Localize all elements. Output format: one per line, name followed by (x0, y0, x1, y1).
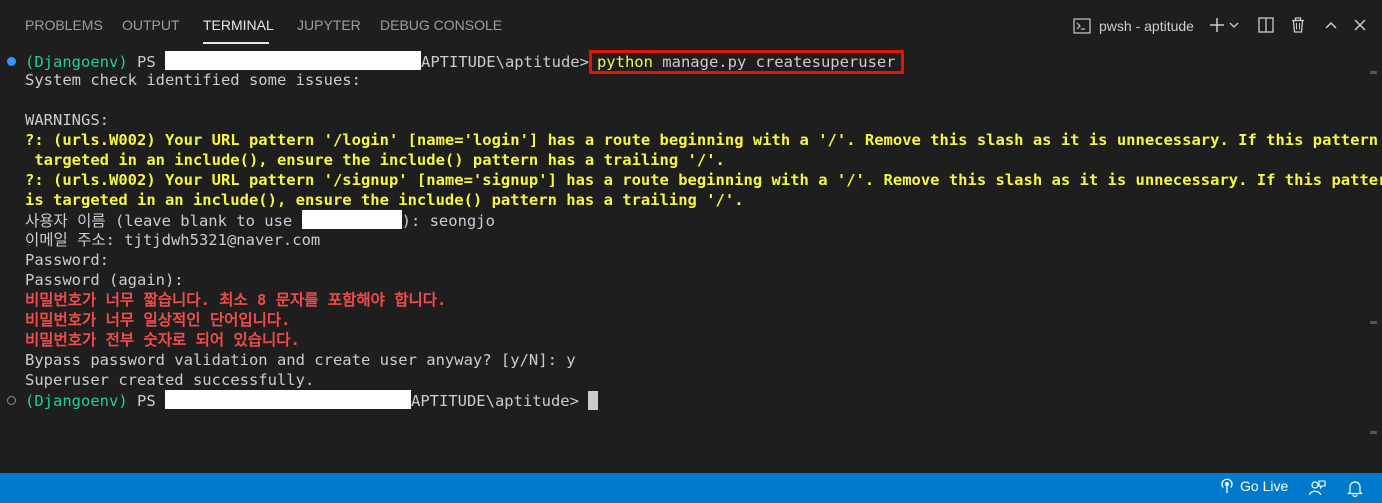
close-icon[interactable] (1350, 15, 1370, 35)
scrollbar-marker (1370, 431, 1377, 434)
output-line: System check identified some issues: (25, 71, 361, 89)
error-line: 비밀번호가 너무 짧습니다. 최소 8 문자를 포함해야 합니다. (25, 291, 447, 309)
terminal-scrollbar[interactable] (1370, 50, 1382, 473)
go-live-button[interactable]: Go Live (1219, 478, 1288, 494)
active-tab-indicator (203, 42, 269, 44)
password-line: Password: (25, 251, 109, 269)
prompt-line-2: (Djangoenv) PS APTITUDE\aptitude> (25, 390, 599, 410)
email-line: 이메일 주소: tjtjdwh5321@naver.com (25, 231, 321, 249)
panel-tabbar: PROBLEMS OUTPUT TERMINAL JUPYTER DEBUG C… (0, 0, 1382, 50)
tab-terminal[interactable]: TERMINAL (203, 17, 274, 33)
plus-icon[interactable] (1207, 15, 1227, 35)
bypass-line: Bypass password validation and create us… (25, 351, 576, 369)
terminal-name: pwsh - aptitude (1099, 18, 1194, 34)
terminal-output[interactable]: (Djangoenv) PS APTITUDE\aptitude> python … (0, 50, 1382, 473)
chevron-up-icon[interactable] (1321, 15, 1341, 35)
split-icon[interactable] (1256, 15, 1276, 35)
bell-icon[interactable] (1347, 479, 1363, 497)
warning-line: ?: (urls.W002) Your URL pattern '/login'… (25, 131, 1382, 149)
terminal-icon (1073, 18, 1091, 34)
output-line: WARNINGS: (25, 111, 109, 129)
redacted-path (164, 51, 421, 70)
scrollbar-marker (1370, 321, 1377, 324)
success-line: Superuser created successfully. (25, 371, 315, 389)
prompt-decoration (7, 396, 16, 405)
terminal-cursor (588, 391, 599, 410)
tab-output[interactable]: OUTPUT (122, 17, 180, 33)
username-line: 사용자 이름 (leave blank to use ): seongjo (25, 210, 495, 230)
prompt-env: (Djangoenv) (25, 53, 128, 71)
warning-line: ?: (urls.W002) Your URL pattern '/signup… (25, 171, 1382, 189)
warning-line: targeted in an include(), ensure the inc… (25, 151, 725, 169)
broadcast-icon (1221, 478, 1233, 493)
command-success-decoration (7, 57, 16, 66)
tab-jupyter[interactable]: JUPYTER (297, 17, 361, 33)
prompt-line-1: (Djangoenv) PS APTITUDE\aptitude> python … (25, 50, 904, 74)
error-line: 비밀번호가 너무 일상적인 단어입니다. (25, 311, 291, 329)
scrollbar-marker (1370, 71, 1377, 74)
go-live-label: Go Live (1240, 478, 1289, 494)
tab-problems[interactable]: PROBLEMS (25, 17, 103, 33)
highlighted-command: python manage.py createsuperuser (588, 50, 904, 74)
redacted-path (164, 390, 411, 409)
terminal-selector[interactable]: pwsh - aptitude (1073, 15, 1194, 37)
error-line: 비밀번호가 전부 숫자로 되어 있습니다. (25, 331, 300, 349)
redacted-username (301, 210, 402, 229)
status-bar: Go Live (0, 473, 1382, 503)
password-again-line: Password (again): (25, 271, 184, 289)
tab-debug-console[interactable]: DEBUG CONSOLE (380, 17, 502, 33)
warning-line: is targeted in an include(), ensure the … (25, 191, 744, 209)
chevron-down-icon[interactable] (1227, 15, 1241, 35)
feedback-icon[interactable] (1308, 479, 1326, 497)
trash-icon[interactable] (1288, 15, 1308, 35)
